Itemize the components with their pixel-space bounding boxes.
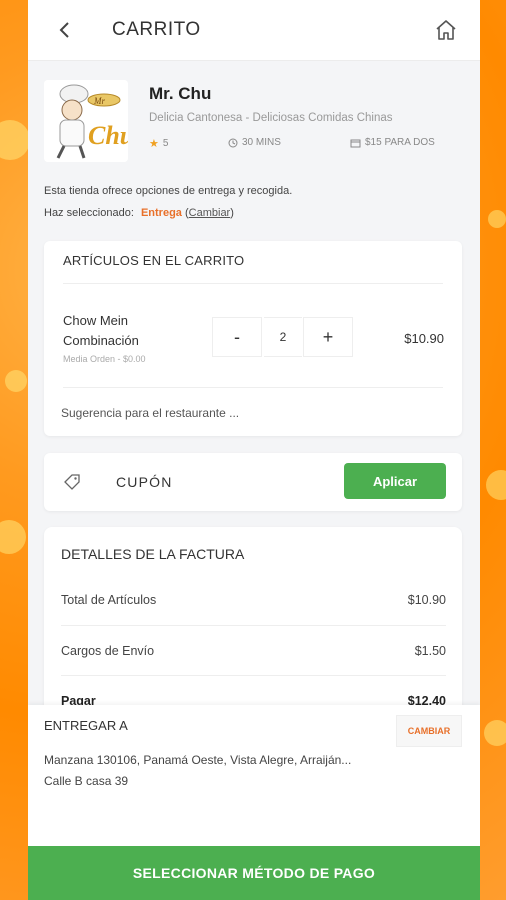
selected-mode-prefix: Haz seleccionado: [44,207,134,219]
change-close-paren: ) [230,207,234,219]
address-line-1: Manzana 130106, Panamá Oeste, Vista Aleg… [44,753,352,767]
chevron-left-icon[interactable] [54,20,74,40]
svg-text:Chu: Chu [88,121,128,150]
home-icon[interactable] [434,18,458,42]
bill-row-value: $1.50 [414,644,446,658]
restaurant-info: Mr Chu Mr. Chu Delicia Cantonesa - Delic… [28,61,480,257]
change-address-button[interactable]: CAMBIAR [396,715,462,747]
background-bubble [484,720,506,746]
price-for-two-value: $15 PARA DOS [365,137,435,148]
delivery-title: ENTREGAR A [44,718,128,733]
selected-mode: Entrega [140,207,182,219]
bill-row-label: Total de Artículos [61,593,157,607]
cart-item-price: $10.90 [404,331,444,346]
divider [61,625,446,626]
selected-mode-line: Haz seleccionado: Entrega (Cambiar) [44,207,234,219]
delivery-address-panel: ENTREGAR A CAMBIAR Manzana 130106, Panam… [28,705,480,846]
page-title: CARRITO [112,19,201,40]
restaurant-description: Delicia Cantonesa - Deliciosas Comidas C… [149,112,393,124]
bill-row: Total de Artículos $10.90 [61,593,446,607]
bill-title: DETALLES DE LA FACTURA [61,546,245,562]
price-for-two: $15 PARA DOS [350,137,435,148]
background-bubble [5,370,27,392]
background-bubble [488,210,506,228]
divider [63,283,443,284]
star-icon: ★ [149,138,159,150]
restaurant-name: Mr. Chu [149,84,212,103]
address-line-2: Calle B casa 39 [44,774,129,788]
restaurant-suggestion-input[interactable]: Sugerencia para el restaurante ... [61,406,239,420]
delivery-time-value: 30 MINS [242,137,281,148]
select-payment-method-button[interactable]: SELECCIONAR MÉTODO DE PAGO [28,846,480,900]
change-mode-link[interactable]: Cambiar [189,207,231,219]
cart-title: ARTÍCULOS EN EL CARRITO [63,253,245,268]
svg-text:Mr: Mr [93,96,105,106]
top-bar: CARRITO [28,0,480,61]
coupon-label: CUPÓN [116,474,173,490]
quantity-value: 2 [264,317,302,357]
background-bubble [486,470,506,500]
wallet-icon [350,139,361,147]
bill-row: Cargos de Envío $1.50 [61,644,446,658]
app-screen: CARRITO Mr Chu Mr. Chu Delicia Cantonesa… [28,0,480,900]
decrease-quantity-button[interactable]: - [212,317,262,357]
cart-card: ARTÍCULOS EN EL CARRITO Chow Mein Combin… [44,241,462,436]
divider [61,675,446,676]
clock-icon [228,138,238,147]
coupon-card: CUPÓN Aplicar [44,453,462,511]
tag-icon [63,473,81,491]
increase-quantity-button[interactable]: + [303,317,353,357]
store-notice: Esta tienda ofrece opciones de entrega y… [44,185,293,197]
bill-row-value: $10.90 [407,593,446,607]
background-bubble [0,120,30,160]
rating-value: 5 [162,138,169,149]
delivery-time: 30 MINS [228,137,281,148]
cart-item-name: Chow Mein Combinación [63,313,139,348]
background-bubble [0,520,26,554]
apply-coupon-button[interactable]: Aplicar [344,463,446,499]
restaurant-logo: Mr Chu [44,80,128,162]
divider [63,387,443,388]
cart-item-option: Media Orden - $0.00 [63,354,146,364]
bill-row-label: Cargos de Envío [61,644,155,658]
rating: ★ 5 [149,137,168,150]
